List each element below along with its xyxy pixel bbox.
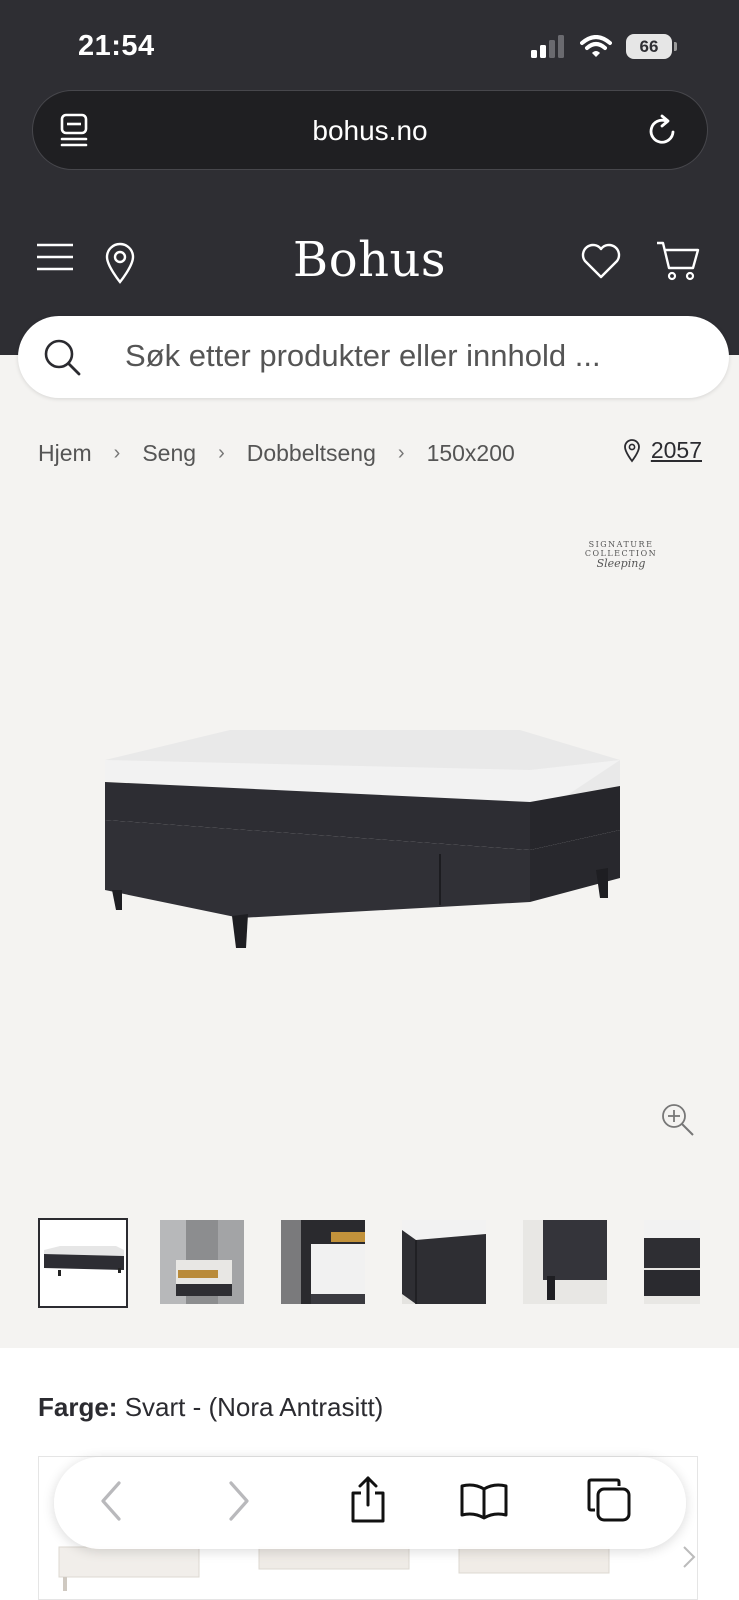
collection-badge-subtitle: Sleeping — [596, 557, 646, 570]
thumbnail-1[interactable] — [38, 1218, 128, 1308]
breadcrumb-seng[interactable]: Seng — [142, 440, 196, 467]
status-time: 21:54 — [78, 30, 155, 62]
location-pin-icon — [623, 438, 640, 462]
color-label: Farge: — [38, 1392, 118, 1422]
breadcrumb-home[interactable]: Hjem — [38, 440, 92, 467]
thumbnail-4[interactable] — [402, 1220, 486, 1304]
search-bar[interactable]: Søk etter produkter eller innhold ... — [18, 316, 729, 398]
url-text[interactable]: bohus.no — [33, 115, 707, 147]
chevron-right-icon[interactable] — [681, 1544, 697, 1570]
cart-icon[interactable] — [655, 240, 701, 282]
tab-overview-icon[interactable] — [586, 1477, 632, 1523]
wifi-icon — [580, 34, 612, 57]
breadcrumb: Hjem › Seng › Dobbeltseng › 150x200 — [38, 440, 515, 467]
search-icon[interactable] — [42, 337, 82, 377]
bookmarks-icon[interactable] — [459, 1481, 509, 1521]
store-selector[interactable]: 2057 — [623, 437, 702, 464]
search-input[interactable]: Søk etter produkter eller innhold ... — [125, 338, 601, 374]
product-image[interactable] — [100, 720, 630, 970]
thumbnail-2[interactable] — [160, 1220, 244, 1304]
forward-arrow-icon[interactable] — [226, 1479, 252, 1523]
color-value: Svart - (Nora Antrasitt) — [124, 1392, 384, 1422]
breadcrumb-dobbeltseng[interactable]: Dobbeltseng — [247, 440, 376, 467]
share-icon[interactable] — [348, 1475, 388, 1525]
battery-level: 66 — [626, 34, 672, 59]
collection-badge: SIGNATURE COLLECTION Sleeping — [556, 540, 686, 570]
breadcrumb-separator: › — [218, 442, 225, 464]
breadcrumb-separator: › — [113, 442, 121, 464]
heart-icon[interactable] — [580, 242, 622, 280]
top-header: 21:54 66 bohus.no Bohus — [0, 0, 739, 355]
back-arrow-icon[interactable] — [98, 1479, 124, 1523]
thumbnail-5[interactable] — [523, 1220, 607, 1304]
store-number[interactable]: 2057 — [651, 437, 702, 464]
color-selection: Farge: Svart - (Nora Antrasitt) — [38, 1392, 383, 1423]
zoom-in-icon[interactable] — [660, 1102, 696, 1138]
collection-badge-title: SIGNATURE COLLECTION — [584, 540, 658, 558]
signal-icon — [531, 34, 564, 58]
status-icons: 66 — [530, 34, 677, 59]
thumbnail-6[interactable] — [644, 1220, 700, 1304]
breadcrumb-separator: › — [397, 442, 405, 464]
battery-indicator: 66 — [626, 34, 677, 59]
thumbnail-3[interactable] — [281, 1220, 365, 1304]
reload-icon[interactable] — [647, 113, 679, 147]
breadcrumb-size[interactable]: 150x200 — [427, 440, 515, 467]
address-bar[interactable]: bohus.no — [32, 90, 708, 170]
brand-logo[interactable]: Bohus — [0, 232, 739, 288]
browser-toolbar — [54, 1457, 686, 1549]
